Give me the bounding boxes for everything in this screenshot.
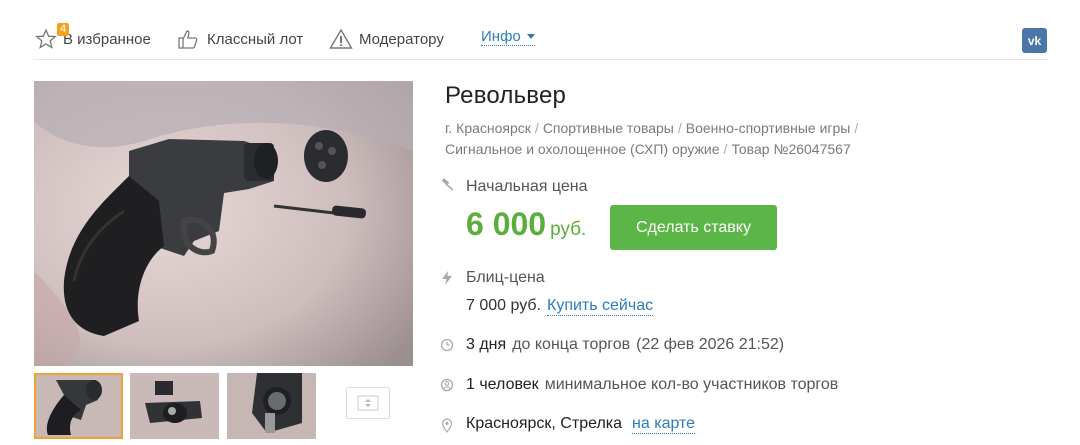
thumbs-up-icon xyxy=(178,30,198,49)
breadcrumb-item[interactable]: г. Красноярск xyxy=(445,120,531,136)
time-left-value: 3 дня xyxy=(466,336,507,353)
breadcrumb-separator: / xyxy=(534,120,539,136)
start-price-label: Начальная цена xyxy=(466,178,588,195)
moderator-label: Модератору xyxy=(359,30,444,48)
breadcrumb-separator: / xyxy=(854,120,859,136)
blitz-price-row: 7 000 руб. Купить сейчас xyxy=(466,297,654,316)
add-to-favorites-button[interactable]: 4 В избранное xyxy=(35,23,151,50)
clock-icon xyxy=(440,338,454,352)
breadcrumb-separator: / xyxy=(677,120,682,136)
favorites-label: В избранное xyxy=(63,30,151,48)
buy-now-link[interactable]: Купить сейчас xyxy=(547,297,654,316)
breadcrumb: г. Красноярск / Спортивные товары / Военно-с… xyxy=(445,118,915,160)
warning-icon xyxy=(329,28,353,49)
participants-row: 1 человек минимальное кол-во участников … xyxy=(466,376,838,394)
favorites-count-badge: 4 xyxy=(57,23,69,36)
thumbnail-image xyxy=(36,375,121,437)
breadcrumb-item[interactable]: Сигнальное и охолощенное (СХП) оружие xyxy=(445,141,720,157)
revolver-photo xyxy=(34,81,413,366)
thumbnail-image xyxy=(130,373,219,439)
location-row: Красноярск, Стрелка на карте xyxy=(466,415,696,434)
price-value: 6 000 xyxy=(466,206,547,242)
thumbnail-3[interactable] xyxy=(227,373,316,439)
info-label: Инфо xyxy=(481,28,521,45)
more-photos-icon xyxy=(357,395,379,411)
blitz-price-value: 7 000 руб. xyxy=(466,297,541,314)
participants-suffix: минимальное кол-во участников торгов xyxy=(544,376,839,393)
breadcrumb-separator: / xyxy=(723,141,728,157)
report-to-moderator-button[interactable]: Модератору xyxy=(329,28,444,50)
breadcrumb-item[interactable]: Военно-спортивные игры xyxy=(686,120,851,136)
classy-lot-button[interactable]: Классный лот xyxy=(177,28,303,50)
main-photo[interactable] xyxy=(34,81,413,366)
thumbnail-2[interactable] xyxy=(130,373,219,439)
thumbnail-1[interactable] xyxy=(34,373,123,439)
info-dropdown[interactable]: Инфо xyxy=(481,28,535,46)
time-left-suffix: до конца торгов xyxy=(512,336,631,353)
lightning-icon xyxy=(442,271,452,285)
classy-lot-label: Классный лот xyxy=(207,30,304,48)
map-link[interactable]: на карте xyxy=(632,415,696,434)
location-pin-icon xyxy=(441,418,453,433)
vk-icon: vk xyxy=(1027,33,1042,48)
thumbnail-image xyxy=(227,373,316,439)
user-icon xyxy=(440,378,454,392)
more-photos-button[interactable] xyxy=(346,387,390,419)
lot-number: Товар №26047567 xyxy=(731,141,851,157)
start-price: 6 000 руб. xyxy=(466,206,586,243)
breadcrumb-item[interactable]: Спортивные товары xyxy=(543,120,674,136)
place-bid-button[interactable]: Сделать ставку xyxy=(610,205,777,250)
price-currency: руб. xyxy=(550,219,587,240)
star-icon xyxy=(35,28,57,49)
location-value: Красноярск, Стрелка xyxy=(466,415,623,432)
lot-title: Револьвер xyxy=(445,82,567,109)
blitz-price-label: Блиц-цена xyxy=(466,269,545,286)
gavel-icon xyxy=(441,178,454,191)
time-left-row: 3 дня до конца торгов (22 фев 2026 21:52… xyxy=(466,336,784,354)
participants-value: 1 человек xyxy=(466,376,539,393)
vk-share-button[interactable]: vk xyxy=(1022,28,1047,53)
action-bar: 4 В избранное Классный лот Модератору Ин… xyxy=(33,22,1048,60)
chevron-down-icon xyxy=(526,34,535,39)
end-date: (22 фев 2026 21:52) xyxy=(636,336,785,353)
